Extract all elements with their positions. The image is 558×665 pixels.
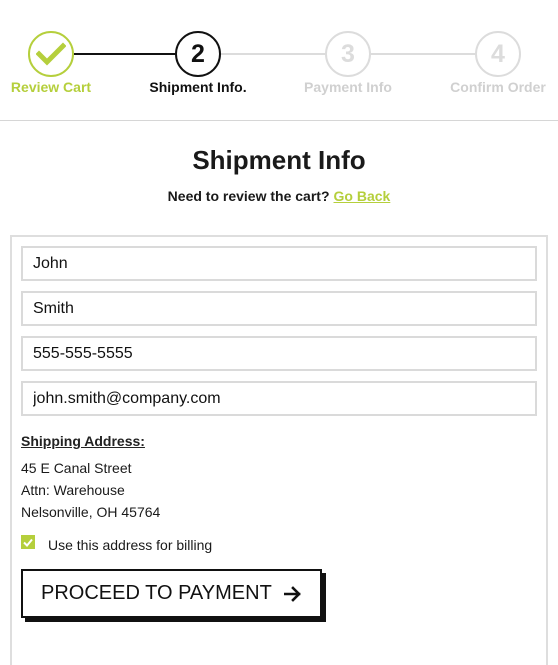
checkbox-check-icon	[23, 538, 33, 547]
step-label-2: Shipment Info.	[149, 79, 247, 95]
step-confirm-order: 4 Confirm Order	[423, 31, 558, 95]
shipping-address: 45 E Canal Street Attn: Warehouse Nelson…	[21, 457, 537, 523]
step-circle-2: 2	[175, 31, 221, 77]
page-title: Shipment Info	[192, 145, 366, 175]
review-prompt-text: Need to review the cart?	[167, 188, 330, 204]
proceed-button-label: PROCEED TO PAYMENT	[41, 582, 272, 604]
check-icon	[36, 42, 66, 66]
go-back-link[interactable]: Go Back	[334, 188, 391, 204]
review-cart-prompt: Need to review the cart? Go Back	[0, 188, 558, 204]
last-name-field[interactable]	[21, 291, 537, 326]
step-payment-info: 3 Payment Info	[273, 31, 423, 95]
step-review-cart[interactable]: Review Cart	[0, 31, 126, 95]
address-line-3: Nelsonville, OH 45764	[21, 504, 161, 520]
step-label-1: Review Cart	[10, 79, 92, 95]
shipment-form: Shipping Address: 45 E Canal Street Attn…	[10, 235, 548, 665]
step-circle-4: 4	[475, 31, 521, 77]
step-circle-1	[28, 31, 74, 77]
shipping-address-heading: Shipping Address:	[21, 433, 145, 449]
address-line-2: Attn: Warehouse	[21, 482, 125, 498]
step-shipment-info: 2 Shipment Info.	[123, 31, 273, 95]
checkout-stepper: Review Cart 2 Shipment Info. 3 Payment I…	[0, 0, 558, 121]
arrow-right-icon	[283, 585, 302, 602]
billing-label: Use this address for billing	[48, 537, 213, 553]
phone-field[interactable]	[21, 336, 537, 371]
step-circle-3: 3	[325, 31, 371, 77]
step-label-3: Payment Info	[304, 79, 392, 95]
email-field[interactable]	[21, 381, 537, 416]
billing-checkbox[interactable]	[21, 535, 35, 549]
step-label-4: Confirm Order	[450, 79, 546, 95]
billing-option[interactable]: Use this address for billing	[21, 535, 537, 553]
proceed-to-payment-button[interactable]: PROCEED TO PAYMENT	[21, 569, 322, 618]
first-name-field[interactable]	[21, 246, 537, 281]
address-line-1: 45 E Canal Street	[21, 460, 132, 476]
